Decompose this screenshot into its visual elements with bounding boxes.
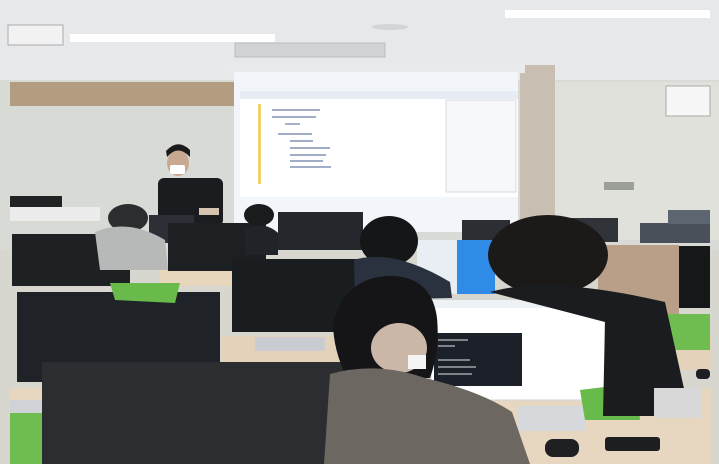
projected-line-gutter — [258, 104, 261, 184]
monitor-back — [668, 210, 710, 224]
monitor-back — [278, 212, 363, 250]
window — [665, 85, 711, 117]
mouse — [545, 439, 579, 457]
chair — [10, 413, 42, 464]
ceiling-sensor — [372, 24, 408, 30]
smartphone — [605, 437, 660, 451]
monitor-back — [640, 223, 710, 243]
classroom-scene — [0, 0, 719, 464]
mouse — [696, 369, 710, 379]
classroom-photo — [0, 0, 719, 464]
keyboard — [518, 406, 586, 431]
student — [244, 204, 278, 255]
keyboard — [255, 337, 325, 351]
projected-side-panel — [445, 99, 517, 193]
screen-housing — [225, 63, 525, 73]
projected-ide-toolbar — [240, 91, 518, 99]
monitor-back — [679, 246, 710, 308]
chair — [110, 283, 180, 303]
wood-wall-band — [10, 82, 235, 106]
ceiling-light — [505, 10, 710, 18]
whiteboard-tray — [10, 207, 100, 221]
wall-sign — [604, 182, 634, 190]
ceiling-box — [10, 196, 62, 208]
projector — [7, 24, 64, 46]
ceiling-light — [70, 34, 275, 42]
air-vent — [234, 42, 386, 58]
